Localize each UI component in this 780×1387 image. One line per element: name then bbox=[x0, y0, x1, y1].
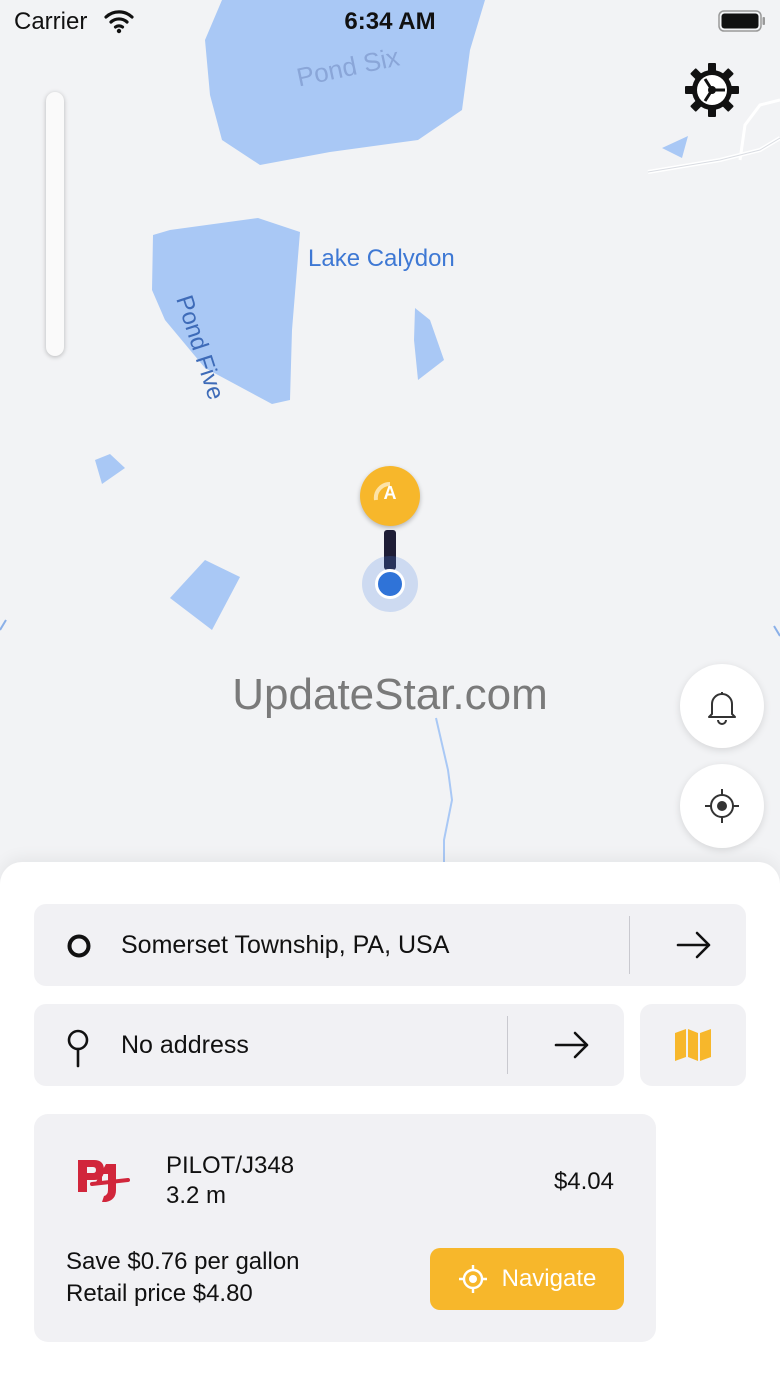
gear-icon bbox=[685, 63, 739, 117]
station-price: $4.04 bbox=[553, 1168, 614, 1195]
destination-address[interactable]: No address bbox=[121, 1031, 249, 1060]
status-bar: Carrier 6:34 AM bbox=[0, 0, 780, 44]
zoom-slider[interactable] bbox=[46, 92, 64, 356]
battery-icon bbox=[718, 10, 765, 32]
savings-text: Save $0.76 per gallon bbox=[66, 1248, 300, 1275]
crosshair-icon bbox=[705, 789, 739, 823]
divider bbox=[507, 1016, 508, 1074]
divider bbox=[629, 916, 630, 974]
watermark: UpdateStar.com bbox=[232, 670, 548, 719]
station-distance: 3.2 m bbox=[166, 1182, 227, 1209]
label-lake-calydon: Lake Calydon bbox=[308, 245, 455, 272]
alerts-button[interactable] bbox=[680, 664, 764, 748]
navigate-label: Navigate bbox=[501, 1265, 597, 1292]
map-view[interactable]: Pond Six Lake Calydon Pond Five UpdateSt… bbox=[0, 0, 780, 880]
navigate-button[interactable]: Navigate bbox=[430, 1248, 624, 1310]
arrow-right-icon bbox=[676, 931, 711, 959]
retail-price-text: Retail price $4.80 bbox=[66, 1280, 253, 1307]
crosshair-icon bbox=[458, 1265, 487, 1293]
origin-circle-icon bbox=[67, 934, 91, 958]
arrow-right-icon bbox=[554, 1031, 589, 1059]
pin-icon bbox=[67, 1029, 89, 1068]
map-toggle-button[interactable] bbox=[640, 1004, 746, 1086]
clock: 6:34 AM bbox=[344, 8, 436, 35]
bell-icon bbox=[708, 692, 736, 725]
folded-map-icon bbox=[675, 1029, 711, 1061]
map-canvas[interactable] bbox=[0, 0, 780, 880]
settings-button[interactable] bbox=[682, 60, 742, 120]
destination-go-button[interactable] bbox=[542, 1015, 602, 1075]
station-name: PILOT/J348 bbox=[166, 1152, 295, 1179]
origin-go-button[interactable] bbox=[664, 915, 724, 975]
pilot-logo-icon bbox=[78, 1160, 130, 1202]
marker-letter: A bbox=[383, 483, 397, 503]
current-location-dot bbox=[375, 569, 405, 599]
locate-me-button[interactable] bbox=[680, 764, 764, 848]
origin-address[interactable]: Somerset Township, PA, USA bbox=[121, 931, 449, 960]
